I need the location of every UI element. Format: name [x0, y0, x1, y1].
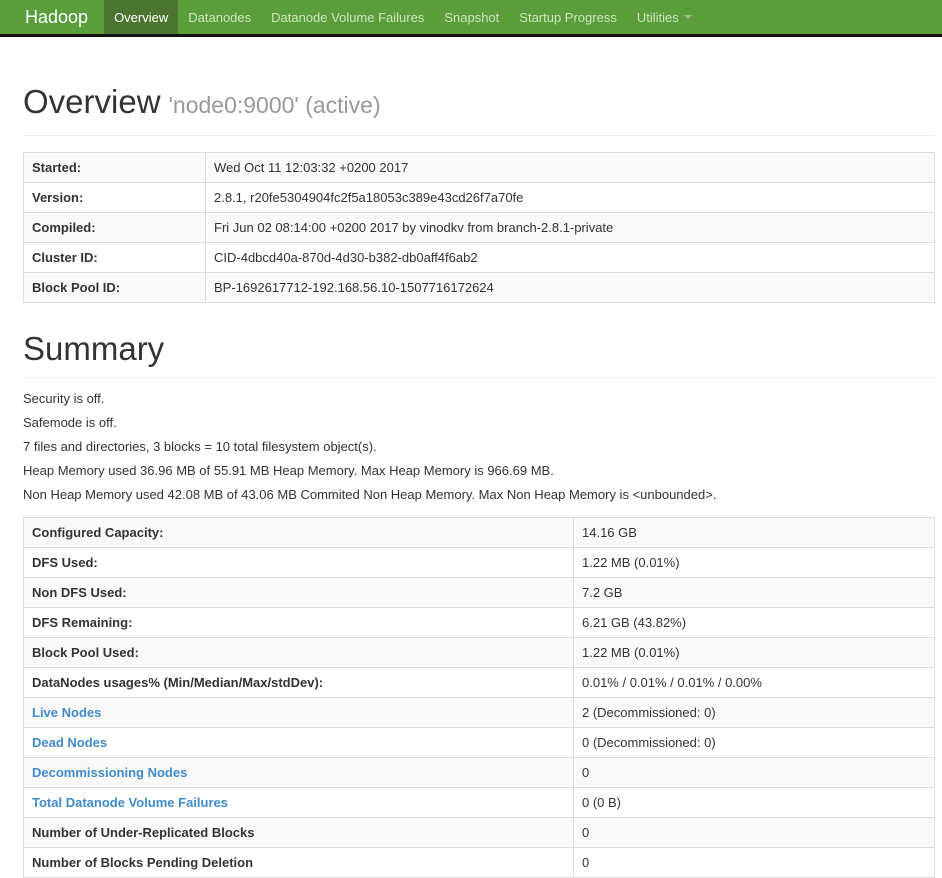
row-value: 14.16 GB	[582, 525, 637, 540]
table-row: Non DFS Used: 7.2 GB	[23, 577, 935, 608]
row-value: 6.21 GB (43.82%)	[573, 607, 935, 638]
row-label: Compiled:	[23, 212, 206, 243]
row-label: Started:	[23, 152, 206, 183]
nav-item-label: Datanodes	[188, 9, 252, 25]
row-label: Dead Nodes	[23, 727, 574, 758]
summary-paragraph: 7 files and directories, 3 blocks = 10 t…	[23, 439, 377, 454]
nav-item-overview[interactable]: Overview	[104, 0, 179, 34]
table-row: DFS Remaining: 6.21 GB (43.82%)	[23, 607, 935, 638]
navbar-items: Overview Datanodes Datanode Volume Failure…	[104, 0, 702, 34]
table-row: Number of Under-Replicated Blocks 0	[23, 817, 935, 848]
summary-paragraph: Security is off.	[23, 391, 105, 406]
row-value: 0 (0 B)	[573, 787, 935, 818]
nav-item-label: Startup Progress	[519, 9, 617, 25]
page-content: Overview 'node0:9000' (active) Started: We…	[23, 84, 935, 878]
row-label: Live Nodes	[23, 697, 574, 728]
row-value: 1.22 MB (0.01%)	[573, 547, 935, 578]
row-label: Configured Capacity:	[23, 517, 574, 548]
row-label: Number of Under-Replicated Blocks	[23, 817, 574, 848]
row-value: 2 (Decommissioned: 0)	[573, 697, 935, 728]
row-value: 1.22 MB (0.01%)	[573, 637, 935, 668]
row-label: Block Pool Used:	[23, 637, 574, 668]
summary-paragraph: Heap Memory used 36.96 MB of 55.91 MB He…	[23, 463, 554, 478]
row-label: DFS Used:	[23, 547, 574, 578]
page-title-text: Overview	[23, 83, 161, 120]
table-row: Total Datanode Volume Failures 0 (0 B)	[23, 787, 935, 818]
hadoop-brand[interactable]: Hadoop	[0, 0, 104, 34]
table-row: Configured Capacity: 14.16 GB	[23, 517, 935, 548]
table-row: Started: Wed Oct 11 12:03:32 +0200 2017	[23, 152, 935, 183]
row-value: 0 (Decommissioned: 0)	[573, 727, 935, 758]
top-navbar: Hadoop Overview Datanodes Datanode Volume …	[0, 0, 942, 37]
nav-item-label: Snapshot	[444, 9, 500, 25]
caret-down-icon	[683, 15, 692, 19]
row-value: BP-1692617712-192.168.56.10-150771617262…	[205, 272, 935, 303]
namenode-info-table: Started: Wed Oct 11 12:03:32 +0200 2017 Ve…	[23, 152, 935, 303]
row-value: Wed Oct 11 12:03:32 +0200 2017	[214, 160, 409, 175]
table-row: DFS Used: 1.22 MB (0.01%)	[23, 547, 935, 578]
nav-item-utilities[interactable]: Utilities	[627, 0, 702, 34]
nav-item-label: Overview	[114, 9, 169, 25]
nav-item-datanodes[interactable]: Datanodes	[178, 0, 261, 34]
row-label: Block Pool ID:	[23, 272, 206, 303]
row-label: Non DFS Used:	[23, 577, 574, 608]
table-row: Block Pool Used: 1.22 MB (0.01%)	[23, 637, 935, 668]
summary-divider	[23, 377, 935, 378]
row-value: Fri Jun 02 08:14:00 +0200 2017 by vinodk…	[205, 212, 935, 243]
row-label: Cluster ID:	[23, 242, 206, 273]
nav-item-label: Datanode Volume Failures	[271, 9, 425, 25]
summary-paragraphs: Security is off. Safemode is off. 7 files …	[23, 392, 935, 502]
row-value: 0	[573, 817, 935, 848]
row-value: 0.01% / 0.01% / 0.01% / 0.00%	[573, 667, 935, 698]
table-row: DataNodes usages% (Min/Median/Max/stdDev…	[23, 667, 935, 698]
nav-item-snapshot[interactable]: Snapshot	[434, 0, 509, 34]
row-value: 0	[573, 757, 935, 788]
row-label: Version:	[23, 182, 206, 213]
table-row: Live Nodes 2 (Decommissioned: 0)	[23, 697, 935, 728]
row-label: Number of Blocks Pending Deletion	[23, 847, 574, 878]
summary-heading: Summary	[23, 330, 165, 367]
nav-item-datanode-volume-failures[interactable]: Datanode Volume Failures	[261, 0, 434, 34]
live-nodes-link[interactable]: Live Nodes	[32, 705, 101, 720]
row-value: 0	[573, 847, 935, 878]
dead-nodes-link[interactable]: Dead Nodes	[32, 735, 107, 750]
row-label: Decommissioning Nodes	[23, 757, 574, 788]
table-row: Compiled: Fri Jun 02 08:14:00 +0200 2017 …	[23, 212, 935, 243]
table-row: Number of Blocks Pending Deletion 0	[23, 847, 935, 878]
table-row: Decommissioning Nodes 0	[23, 757, 935, 788]
summary-table: Configured Capacity: 14.16 GB DFS Used: 1.2…	[23, 517, 935, 878]
summary-paragraph: Non Heap Memory used 42.08 MB of 43.06 M…	[23, 487, 717, 502]
table-row: Version: 2.8.1, r20fe5304904fc2f5a18053c3…	[23, 182, 935, 213]
nav-item-label: Utilities	[636, 9, 679, 25]
table-row: Block Pool ID: BP-1692617712-192.168.56.1…	[23, 272, 935, 303]
title-divider	[23, 135, 935, 136]
row-label: Total Datanode Volume Failures	[23, 787, 574, 818]
total-datanode-volume-failures-link[interactable]: Total Datanode Volume Failures	[32, 795, 228, 810]
summary-paragraph: Safemode is off.	[23, 415, 117, 430]
row-value: 7.2 GB	[573, 577, 935, 608]
page-title: Overview 'node0:9000' (active)	[23, 84, 935, 123]
row-value: 2.8.1, r20fe5304904fc2f5a18053c389e43cd2…	[205, 182, 935, 213]
row-value: CID-4dbcd40a-870d-4d30-b382-db0aff4f6ab2	[205, 242, 935, 273]
table-row: Dead Nodes 0 (Decommissioned: 0)	[23, 727, 935, 758]
row-label: DataNodes usages% (Min/Median/Max/stdDev…	[23, 667, 574, 698]
table-row: Cluster ID: CID-4dbcd40a-870d-4d30-b382-d…	[23, 242, 935, 273]
nav-item-startup-progress[interactable]: Startup Progress	[509, 0, 627, 34]
namenode-address-subtitle: 'node0:9000' (active)	[168, 92, 381, 118]
decommissioning-nodes-link[interactable]: Decommissioning Nodes	[32, 765, 187, 780]
row-label: DFS Remaining:	[23, 607, 574, 638]
